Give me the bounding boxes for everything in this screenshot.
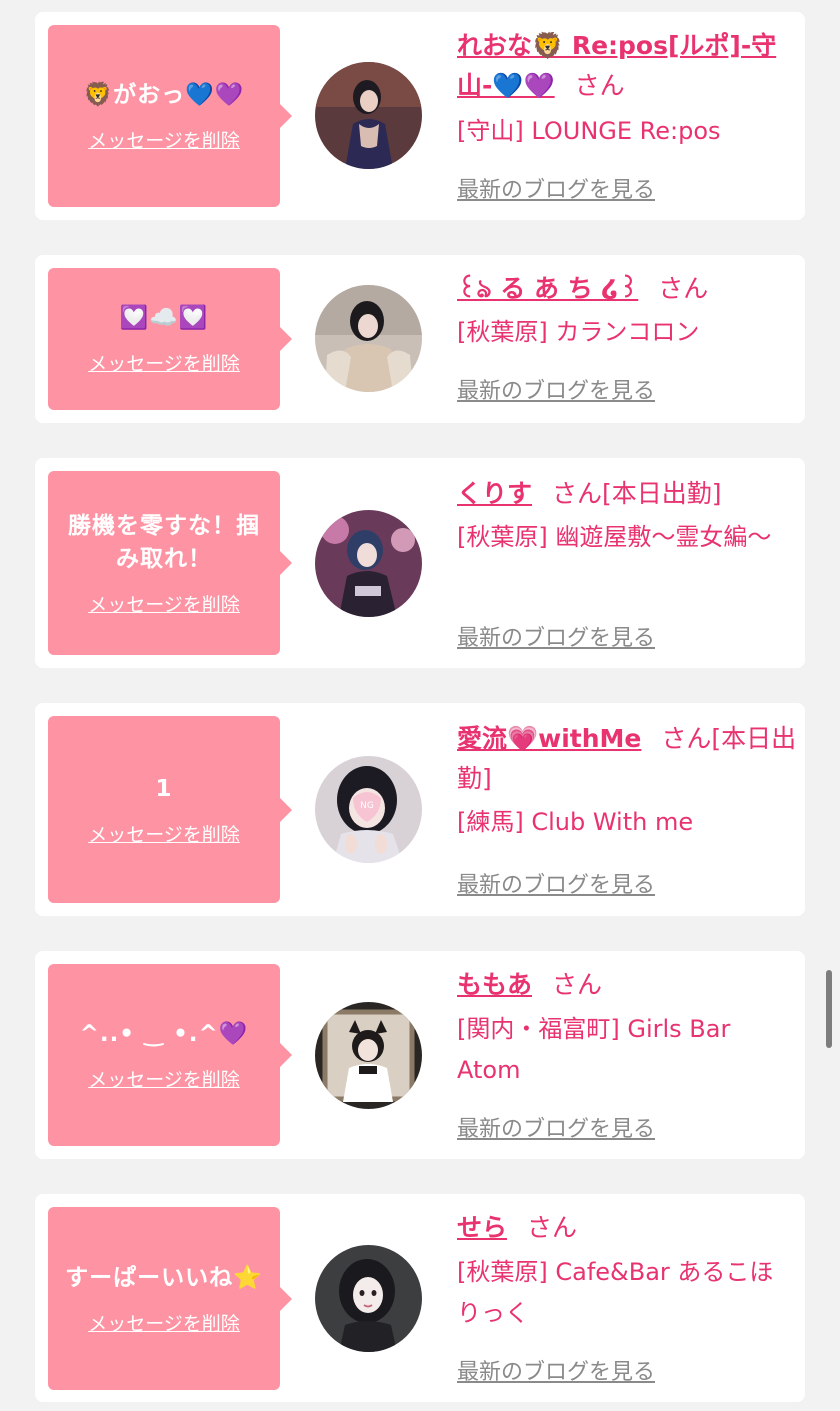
message-bubble: ^..• ‿ •.^💜 メッセージを削除 bbox=[48, 964, 292, 1146]
message-bubble: 1 メッセージを削除 bbox=[48, 716, 292, 903]
message-text: ^..• ‿ •.^💜 bbox=[79, 1021, 249, 1047]
avatar-photo bbox=[315, 62, 422, 169]
honorific: さん bbox=[527, 1213, 578, 1242]
avatar[interactable] bbox=[315, 1245, 422, 1352]
message-bubble: 💟☁️💟 メッセージを削除 bbox=[48, 268, 292, 410]
name-line: せら さん bbox=[457, 1208, 797, 1248]
avatar[interactable] bbox=[315, 510, 422, 617]
status-label: [本日出勤] bbox=[602, 479, 722, 508]
message-text: 1 bbox=[155, 775, 173, 802]
girl-info: れおな🦁 Re:pos[ルポ]-守山-💙💜 さん [守山] LOUNGE Re:p… bbox=[457, 26, 797, 152]
name-line: れおな🦁 Re:pos[ルポ]-守山-💙💜 さん bbox=[457, 26, 797, 106]
delete-message-link[interactable]: メッセージを削除 bbox=[88, 820, 240, 847]
latest-blog-link[interactable]: 最新のブログを見る bbox=[457, 1354, 655, 1386]
message-bubble: すーぱーいいね⭐ メッセージを削除 bbox=[48, 1207, 292, 1390]
latest-blog-link[interactable]: 最新のブログを見る bbox=[457, 620, 655, 652]
honorific: さん bbox=[658, 274, 709, 303]
name-line: くりす さん[本日出勤] bbox=[457, 474, 797, 514]
message-text: 勝機を零すな！掴み取れ！ bbox=[68, 512, 260, 572]
delete-message-link[interactable]: メッセージを削除 bbox=[88, 1065, 240, 1092]
message-bubble: 勝機を零すな！掴み取れ！ メッセージを削除 bbox=[48, 471, 292, 655]
honorific: さん bbox=[661, 724, 712, 753]
girl-info: せら さん [秋葉原] Cafe&Bar あるこほりっく bbox=[457, 1208, 797, 1334]
latest-blog-link[interactable]: 最新のブログを見る bbox=[457, 172, 655, 204]
message-card: 1 メッセージを削除 NG 愛流💗withMe さん[本日出勤] [練馬] Clu… bbox=[35, 703, 805, 916]
shop-name: [守山] LOUNGE Re:pos bbox=[457, 117, 721, 145]
avatar-photo bbox=[315, 1245, 422, 1352]
girl-name-link[interactable]: くりす bbox=[457, 479, 532, 508]
avatar[interactable] bbox=[315, 285, 422, 392]
message-bubble: 🦁がおっ💙💜 メッセージを削除 bbox=[48, 25, 292, 207]
shop-name: [練馬] Club With me bbox=[457, 808, 694, 836]
delete-message-link[interactable]: メッセージを削除 bbox=[88, 349, 240, 376]
latest-blog-link[interactable]: 最新のブログを見る bbox=[457, 867, 655, 899]
name-line: ꒰ঌ る あ ち ໒꒱ さん bbox=[457, 269, 797, 309]
svg-text:NG: NG bbox=[360, 801, 374, 811]
delete-message-link[interactable]: メッセージを削除 bbox=[88, 1309, 240, 1336]
message-card: ^..• ‿ •.^💜 メッセージを削除 ももあ さん [関内・福富町] Girl… bbox=[35, 951, 805, 1159]
scrollbar[interactable] bbox=[826, 970, 832, 1048]
shop-name: [秋葉原] カランコロン bbox=[457, 318, 700, 346]
shop-name: [秋葉原] 幽遊屋敷〜霊女編〜 bbox=[457, 523, 772, 551]
avatar-photo bbox=[315, 510, 422, 617]
girl-name-link[interactable]: せら bbox=[457, 1213, 507, 1242]
avatar[interactable] bbox=[315, 1002, 422, 1109]
latest-blog-link[interactable]: 最新のブログを見る bbox=[457, 373, 655, 405]
message-text: 💟☁️💟 bbox=[119, 305, 209, 331]
name-line: 愛流💗withMe さん[本日出勤] bbox=[457, 719, 797, 799]
message-card: すーぱーいいね⭐ メッセージを削除 せら さん [秋葉原] Cafe&Bar ある… bbox=[35, 1194, 805, 1402]
message-text: 🦁がおっ💙💜 bbox=[83, 82, 245, 108]
message-text: すーぱーいいね⭐ bbox=[65, 1264, 263, 1291]
message-card: 🦁がおっ💙💜 メッセージを削除 れおな🦁 Re:pos[ルポ]-守山-💙💜 さん … bbox=[35, 12, 805, 220]
girl-info: くりす さん[本日出勤] [秋葉原] 幽遊屋敷〜霊女編〜 bbox=[457, 474, 797, 558]
girl-name-link[interactable]: 愛流💗withMe bbox=[457, 724, 641, 753]
girl-name-link[interactable]: ももあ bbox=[457, 970, 532, 999]
avatar[interactable] bbox=[315, 62, 422, 169]
honorific: さん bbox=[552, 479, 603, 508]
girl-info: ももあ さん [関内・福富町] Girls Bar Atom bbox=[457, 965, 797, 1091]
girl-info: ꒰ঌ る あ ち ໒꒱ さん [秋葉原] カランコロン bbox=[457, 269, 797, 353]
honorific: さん bbox=[552, 970, 603, 999]
avatar-photo: NG bbox=[315, 756, 422, 863]
message-card: 💟☁️💟 メッセージを削除 ꒰ঌ る あ ち ໒꒱ さん [秋葉原] カランコロン… bbox=[35, 255, 805, 423]
avatar[interactable]: NG bbox=[315, 756, 422, 863]
shop-name: [秋葉原] Cafe&Bar あるこほりっく bbox=[457, 1258, 774, 1327]
girl-info: 愛流💗withMe さん[本日出勤] [練馬] Club With me bbox=[457, 719, 797, 843]
shop-name: [関内・福富町] Girls Bar Atom bbox=[457, 1015, 731, 1084]
honorific: さん bbox=[574, 71, 625, 100]
girl-name-link[interactable]: ꒰ঌ る あ ち ໒꒱ bbox=[457, 274, 638, 303]
delete-message-link[interactable]: メッセージを削除 bbox=[88, 126, 240, 153]
delete-message-link[interactable]: メッセージを削除 bbox=[88, 590, 240, 617]
avatar-photo bbox=[315, 1002, 422, 1109]
message-card: 勝機を零すな！掴み取れ！ メッセージを削除 くりす さん[本日出勤] [秋葉原] … bbox=[35, 458, 805, 668]
latest-blog-link[interactable]: 最新のブログを見る bbox=[457, 1111, 655, 1143]
avatar-photo bbox=[315, 285, 422, 392]
name-line: ももあ さん bbox=[457, 965, 797, 1005]
